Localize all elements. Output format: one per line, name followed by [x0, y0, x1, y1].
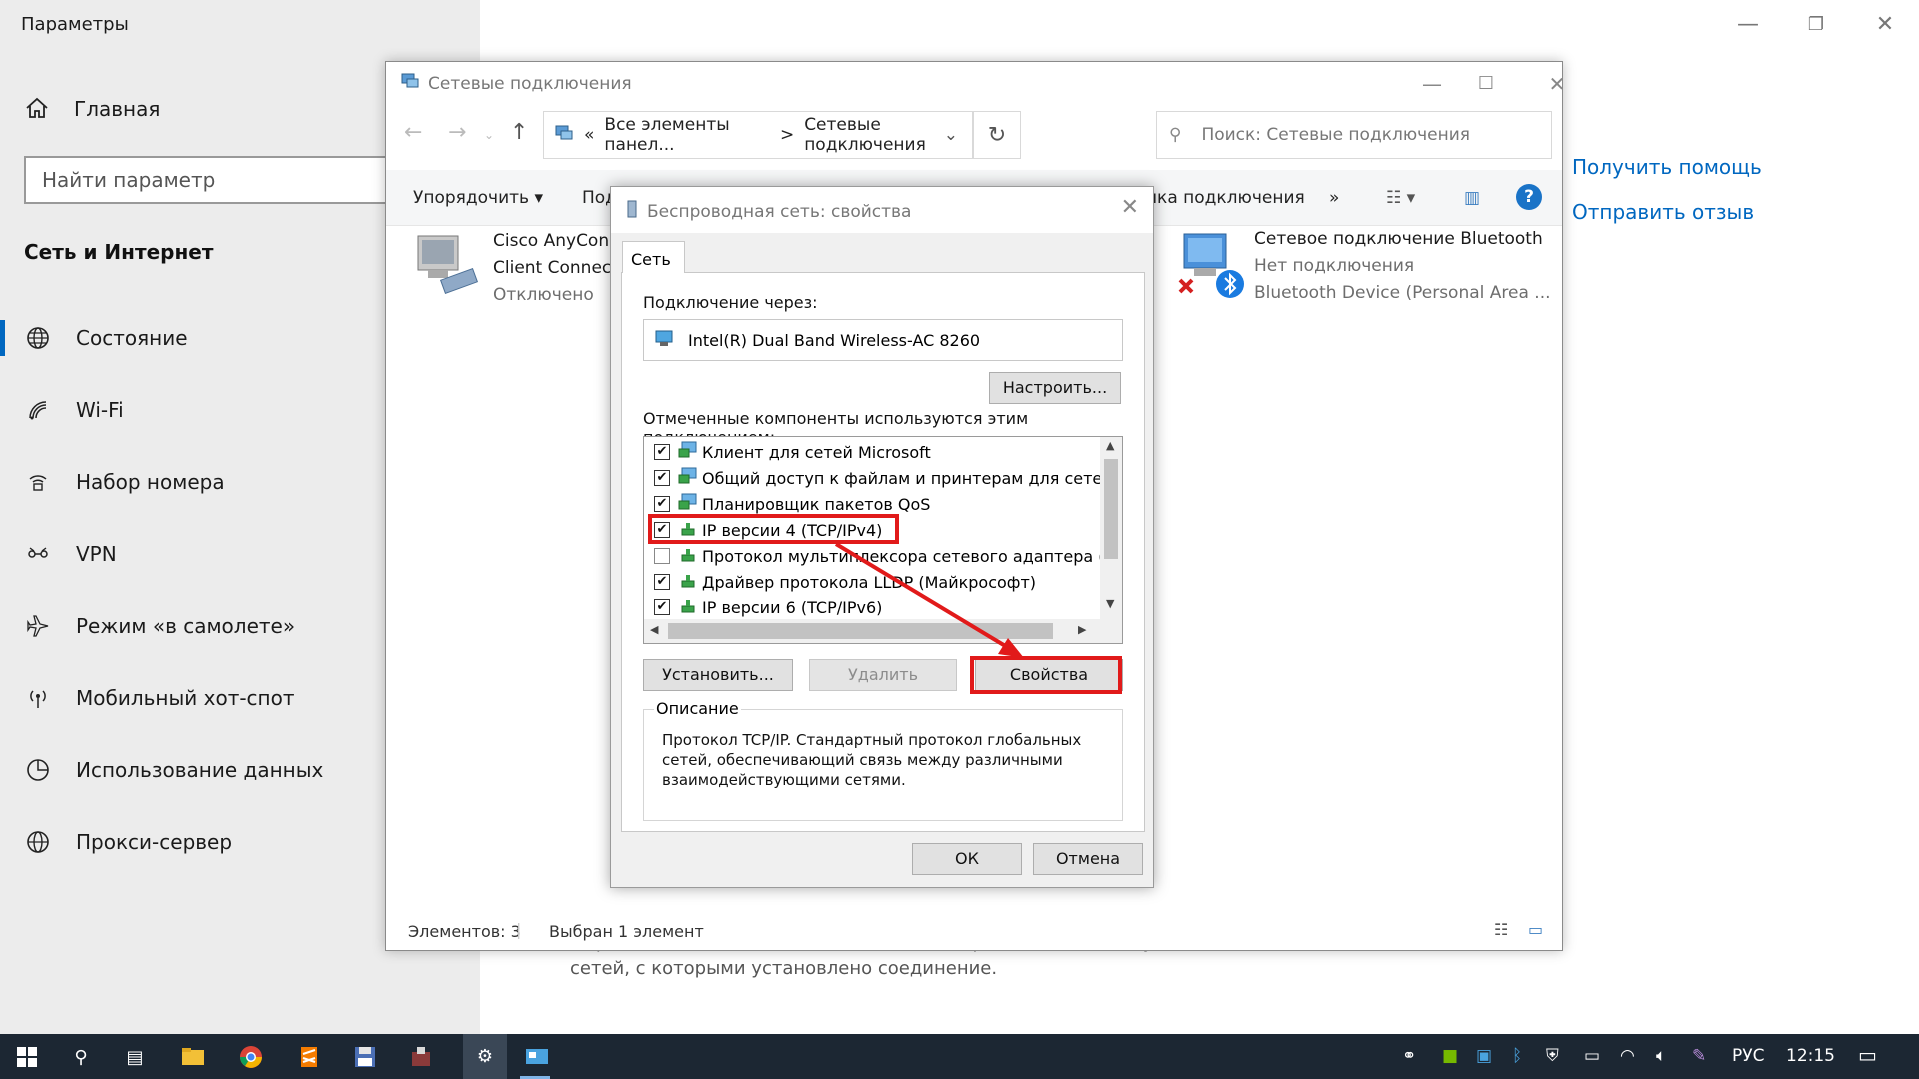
task-view-icon[interactable]: ▤: [120, 1042, 150, 1072]
nvidia-icon[interactable]: ■: [1442, 1046, 1458, 1066]
bluetooth-icon[interactable]: ᛒ: [1512, 1046, 1522, 1066]
windows-start-icon[interactable]: [12, 1042, 42, 1072]
network-tray-icon[interactable]: ⚭: [1402, 1046, 1416, 1066]
settings-gear-icon[interactable]: ⚙: [463, 1034, 507, 1079]
language-indicator[interactable]: РУС: [1732, 1046, 1764, 1066]
chrome-icon[interactable]: [236, 1042, 266, 1072]
annotation-arrow: [834, 542, 1024, 658]
shield-icon[interactable]: ⛨: [1546, 1046, 1559, 1066]
search-icon[interactable]: ⚲: [66, 1042, 96, 1072]
pen-icon[interactable]: ✎: [1692, 1046, 1706, 1066]
display-icon[interactable]: ▣: [1476, 1046, 1492, 1066]
battery-icon[interactable]: ▭: [1584, 1046, 1600, 1066]
notifications-icon[interactable]: ▭: [1858, 1043, 1877, 1067]
file-explorer-icon[interactable]: [178, 1042, 208, 1072]
wifi-icon[interactable]: ◠: [1620, 1046, 1635, 1066]
sublime-text-icon[interactable]: [294, 1042, 324, 1072]
clock[interactable]: 12:15: [1786, 1046, 1835, 1066]
control-panel-icon[interactable]: [522, 1042, 552, 1072]
tab-network[interactable]: Сеть: [622, 241, 685, 273]
save-app-icon[interactable]: [350, 1042, 380, 1072]
volume-icon[interactable]: 🔈︎: [1656, 1046, 1666, 1066]
taskbar: ⚲ ▤ ⚙ ⚭ ■ ▣ ᛒ ⛨ ▭ ◠ 🔈︎ ✎ РУС 12:15 ▭: [0, 1034, 1919, 1079]
app-icon[interactable]: [406, 1042, 436, 1072]
